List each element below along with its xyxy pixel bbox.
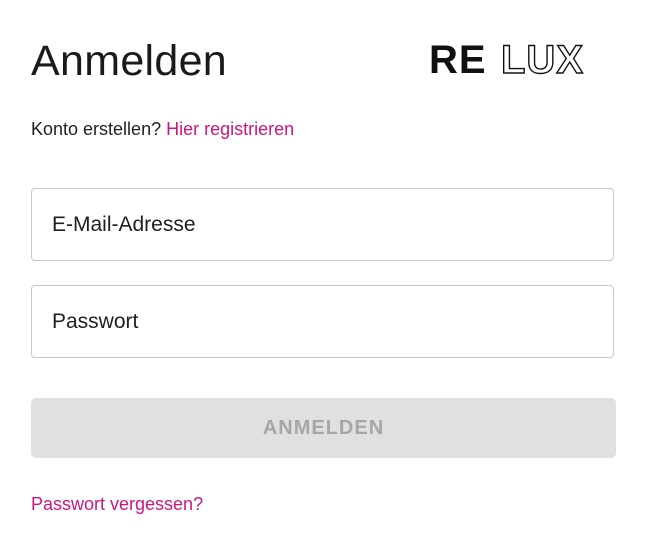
- register-prompt-text: Konto erstellen?: [31, 119, 162, 139]
- password-field[interactable]: [31, 285, 614, 358]
- password-input[interactable]: [32, 286, 613, 357]
- register-prompt: Konto erstellen? Hier registrieren: [31, 117, 294, 141]
- login-button[interactable]: ANMELDEN: [31, 398, 616, 458]
- relux-logo-text: RE LUX: [429, 42, 584, 76]
- register-link[interactable]: Hier registrieren: [166, 119, 294, 139]
- page-title: Anmelden: [31, 37, 228, 85]
- forgot-password-link[interactable]: Passwort vergessen?: [31, 492, 203, 516]
- relux-logo: RE LUX: [429, 42, 584, 76]
- email-field[interactable]: [31, 188, 614, 261]
- email-input[interactable]: [32, 189, 613, 260]
- svg-text:LUX: LUX: [501, 42, 584, 76]
- svg-text:RE: RE: [429, 42, 487, 76]
